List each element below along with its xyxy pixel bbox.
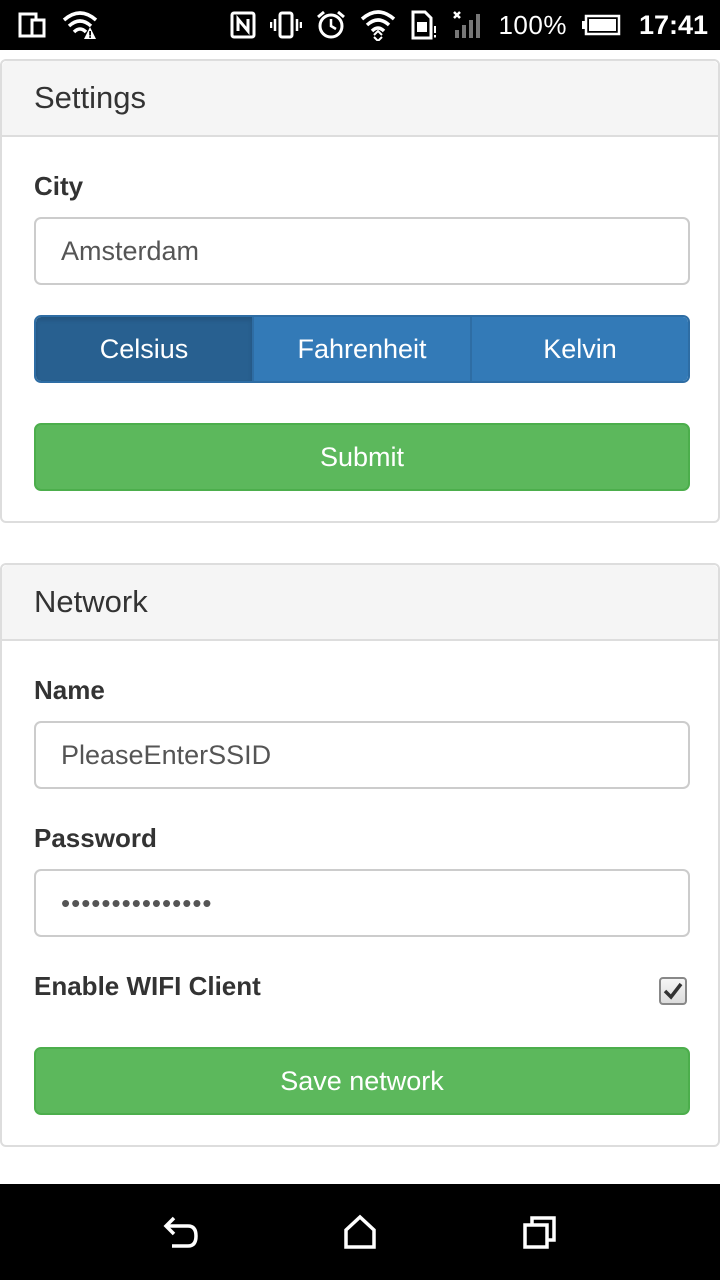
back-button[interactable] — [155, 1207, 205, 1257]
wifi-client-checkbox[interactable] — [659, 977, 687, 1005]
recents-icon — [523, 1216, 556, 1249]
battery-percent: 100% — [498, 9, 567, 40]
screen-mirror-icon — [18, 8, 48, 42]
navigation-bar — [0, 1184, 720, 1280]
network-panel: Network Name PleaseEnterSSID Password ••… — [0, 563, 720, 1147]
temperature-unit-toggle: Celsius Fahrenheit Kelvin — [34, 315, 690, 383]
status-bar-left — [18, 8, 98, 42]
unit-fahrenheit-button[interactable]: Fahrenheit — [254, 317, 472, 381]
checkmark-icon — [663, 982, 683, 1000]
alarm-icon — [316, 8, 346, 42]
signal-icon — [452, 8, 484, 42]
status-bar-right: 100% 17:41 — [230, 8, 708, 42]
name-label: Name — [34, 675, 105, 705]
home-icon — [344, 1214, 376, 1249]
wifi-icon — [360, 8, 396, 42]
nfc-icon — [230, 8, 256, 42]
recents-button[interactable] — [515, 1207, 565, 1257]
clock: 17:41 — [638, 9, 708, 40]
city-label: City — [34, 171, 84, 201]
save-network-button[interactable]: Save network — [34, 1047, 690, 1115]
network-panel-body: Name PleaseEnterSSID Password ••••••••••… — [2, 641, 718, 1145]
vibrate-icon — [270, 8, 303, 42]
wifi-client-label: Enable WIFI Client — [34, 971, 261, 1001]
submit-button[interactable]: Submit — [34, 423, 690, 491]
home-button[interactable] — [335, 1207, 385, 1257]
network-panel-title: Network — [2, 565, 718, 641]
wifi-alert-icon — [62, 8, 98, 42]
sim-icon — [410, 8, 438, 42]
settings-panel-title: Settings — [2, 61, 718, 137]
back-icon — [163, 1216, 198, 1248]
password-input[interactable]: ••••••••••••••• — [34, 869, 690, 937]
settings-panel-body: City Amsterdam Celsius Fahrenheit Kelvin… — [2, 137, 718, 521]
city-input[interactable]: Amsterdam — [34, 217, 690, 285]
password-label: Password — [34, 823, 157, 853]
battery-icon — [581, 8, 621, 42]
status-bar: 100% 17:41 — [0, 0, 720, 50]
unit-celsius-button[interactable]: Celsius — [36, 317, 254, 381]
settings-panel: Settings City Amsterdam Celsius Fahrenhe… — [0, 59, 720, 523]
unit-kelvin-button[interactable]: Kelvin — [472, 317, 688, 381]
ssid-input[interactable]: PleaseEnterSSID — [34, 721, 690, 789]
